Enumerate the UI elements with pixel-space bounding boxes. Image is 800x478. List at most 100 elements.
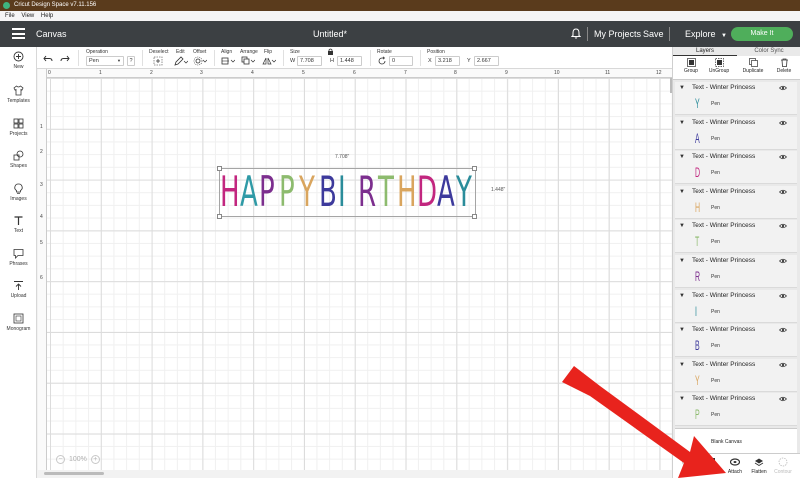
menu-file[interactable]: File — [5, 13, 15, 19]
canvas-letter[interactable]: R — [358, 167, 376, 217]
tool-label: Attach — [727, 469, 743, 475]
delete-button[interactable]: Delete — [772, 58, 796, 74]
sidebar-item-images[interactable]: Images — [0, 183, 37, 213]
layer-row[interactable]: ▼ Text - Winter Princess D Pen — [675, 151, 797, 185]
sidebar-item-upload[interactable]: Upload — [0, 280, 37, 310]
canvas-letter[interactable]: P — [259, 167, 275, 217]
canvas-letter[interactable]: A — [437, 167, 455, 217]
sidebar-item-projects[interactable]: Projects — [0, 118, 37, 148]
menu-help[interactable]: Help — [41, 13, 53, 19]
offset-icon[interactable] — [193, 56, 207, 66]
selection-handle[interactable] — [472, 214, 477, 219]
canvas-letter[interactable]: I — [338, 167, 346, 217]
make-it-button[interactable]: Make It — [731, 27, 793, 41]
sidebar-item-monogram[interactable]: Monogram — [0, 313, 37, 343]
design-canvas[interactable] — [38, 69, 672, 470]
ungroup-button[interactable]: UnGroup — [707, 58, 731, 74]
sidebar-item-label: Templates — [7, 98, 30, 104]
flip-icon[interactable] — [262, 56, 276, 66]
redo-icon[interactable] — [60, 54, 70, 64]
attach-button[interactable]: Attach — [723, 457, 747, 475]
position-x-input[interactable]: 3.218 — [435, 56, 460, 66]
sidebar-item-templates[interactable]: Templates — [0, 85, 37, 115]
canvas-letter[interactable]: B — [319, 167, 337, 217]
operation-select[interactable]: Pen ▼ — [86, 56, 124, 66]
menu-view[interactable]: View — [21, 13, 34, 19]
chevron-down-icon[interactable]: ▼ — [679, 223, 685, 229]
contour-button[interactable]: Contour — [771, 457, 795, 475]
lock-icon[interactable] — [327, 48, 334, 55]
sidebar-item-shapes[interactable]: Shapes — [0, 150, 37, 180]
layer-row[interactable]: ▼ Text - Winter Princess A Pen — [675, 116, 797, 150]
explore-menu[interactable]: Explore ▼ — [685, 21, 727, 49]
edit-pen-icon[interactable] — [174, 56, 188, 66]
layer-row[interactable]: ▼ Text - Winter Princess Y Pen — [675, 82, 797, 115]
eye-icon[interactable] — [779, 120, 787, 126]
deselect-icon[interactable] — [153, 56, 163, 66]
sidebar-item-phrases[interactable]: Phrases — [0, 248, 37, 278]
chevron-down-icon[interactable]: ▼ — [679, 189, 685, 195]
chevron-down-icon[interactable]: ▼ — [679, 293, 685, 299]
eye-icon[interactable] — [779, 189, 787, 195]
eye-icon[interactable] — [779, 327, 787, 333]
horizontal-scrollbar[interactable] — [40, 470, 672, 478]
slice-button[interactable]: Slice — [675, 457, 699, 475]
sidebar-item-text[interactable]: Text — [0, 215, 37, 245]
chevron-down-icon[interactable]: ▼ — [679, 120, 685, 126]
size-width-input[interactable]: 7.708 — [297, 56, 322, 66]
sidebar-item-new[interactable]: New — [0, 51, 37, 81]
eye-icon[interactable] — [779, 293, 787, 299]
zoom-out-button[interactable]: − — [56, 454, 65, 464]
layer-operation: Pen — [711, 308, 720, 315]
canvas-letter[interactable]: H — [397, 167, 417, 217]
arrange-icon[interactable] — [241, 56, 255, 66]
canvas-letter[interactable]: T — [378, 167, 394, 217]
canvas-letter[interactable]: D — [417, 167, 437, 217]
operation-help-button[interactable]: ? — [127, 56, 135, 66]
group-button[interactable]: Group — [679, 58, 703, 74]
duplicate-button[interactable]: Duplicate — [741, 58, 765, 74]
save-button[interactable]: Save — [643, 21, 664, 47]
align-icon[interactable] — [221, 56, 235, 66]
tab-layers[interactable]: Layers — [673, 47, 737, 56]
chevron-down-icon[interactable]: ▼ — [679, 154, 685, 160]
layer-row[interactable]: ▼ Text - Winter Princess P Pen — [675, 393, 797, 427]
layer-row[interactable]: ▼ Text - Winter Princess Y Pen — [675, 358, 797, 392]
position-y-input[interactable]: 2.667 — [474, 56, 499, 66]
chevron-down-icon[interactable]: ▼ — [679, 258, 685, 264]
layer-row[interactable]: ▼ Text - Winter Princess R Pen — [675, 255, 797, 288]
eye-icon[interactable] — [779, 154, 787, 160]
canvas-letter[interactable]: P — [279, 167, 295, 217]
chevron-down-icon[interactable]: ▼ — [679, 396, 685, 402]
bell-icon[interactable] — [571, 28, 581, 39]
canvas-letter[interactable]: A — [240, 167, 258, 217]
scrollbar-thumb[interactable] — [44, 472, 104, 475]
chevron-down-icon[interactable]: ▼ — [679, 85, 685, 91]
zoom-in-button[interactable]: + — [90, 454, 100, 464]
eye-icon[interactable] — [779, 223, 787, 229]
document-title[interactable]: Untitled* — [300, 21, 360, 47]
layer-row[interactable]: ▼ Text - Winter Princess T Pen — [675, 220, 797, 254]
layer-row[interactable]: ▼ Text - Winter Princess I Pen — [675, 289, 797, 323]
blank-canvas-layer[interactable]: Blank Canvas — [675, 428, 797, 453]
flatten-button[interactable]: Flatten — [747, 457, 771, 475]
layer-row[interactable]: ▼ Text - Winter Princess B Pen — [675, 324, 797, 358]
size-height-input[interactable]: 1.448 — [337, 56, 362, 66]
canvas-letter[interactable]: H — [220, 167, 240, 217]
eye-icon[interactable] — [779, 396, 787, 402]
rotate-input[interactable]: 0 — [389, 56, 413, 66]
layer-row[interactable]: ▼ Text - Winter Princess H Pen — [675, 185, 797, 219]
eye-icon[interactable] — [779, 85, 787, 91]
eye-icon[interactable] — [779, 362, 787, 368]
chevron-down-icon[interactable]: ▼ — [679, 327, 685, 333]
eye-icon[interactable] — [779, 258, 787, 264]
undo-icon[interactable] — [43, 54, 53, 64]
hamburger-menu-icon[interactable] — [12, 28, 25, 39]
selection-handle[interactable] — [472, 166, 477, 171]
chevron-down-icon[interactable]: ▼ — [679, 362, 685, 368]
my-projects-link[interactable]: My Projects — [594, 21, 641, 47]
weld-button[interactable]: Weld — [699, 457, 723, 475]
canvas-letter[interactable]: Y — [299, 167, 315, 217]
tab-color-sync[interactable]: Color Sync — [737, 47, 800, 56]
canvas-letter[interactable]: Y — [456, 167, 472, 217]
